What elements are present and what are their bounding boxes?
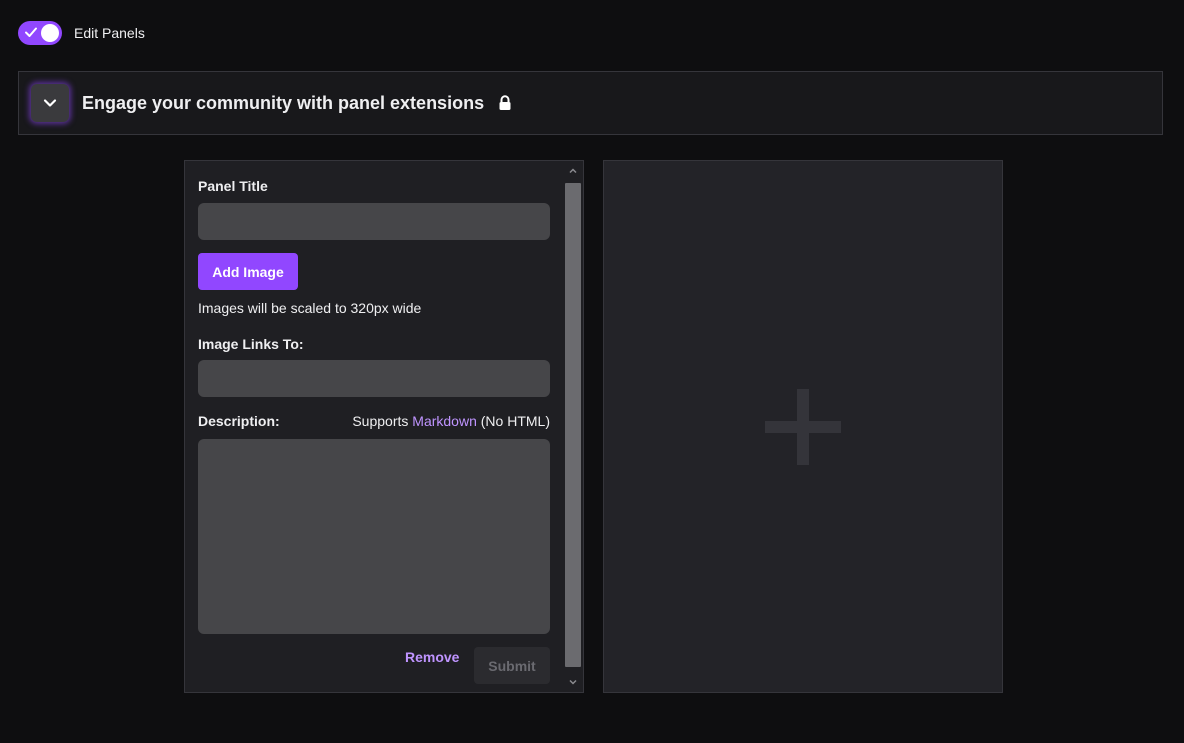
panel-title-label: Panel Title xyxy=(198,178,268,194)
supports-suffix: (No HTML) xyxy=(476,413,550,429)
lock-icon xyxy=(499,95,511,110)
remove-button[interactable]: Remove xyxy=(405,649,459,665)
edit-panels-row: Edit Panels xyxy=(18,21,145,45)
panel-title-input[interactable] xyxy=(198,203,550,240)
markdown-support-note: Supports Markdown (No HTML) xyxy=(352,413,550,429)
image-scale-hint: Images will be scaled to 320px wide xyxy=(198,300,422,316)
submit-button[interactable]: Submit xyxy=(474,647,550,684)
extensions-title: Engage your community with panel extensi… xyxy=(82,92,485,113)
add-panel-tile[interactable] xyxy=(603,160,1003,693)
description-textarea[interactable] xyxy=(198,439,550,634)
panel-extensions-bar: Engage your community with panel extensi… xyxy=(18,71,1163,135)
description-header: Description: Supports Markdown (No HTML) xyxy=(198,413,550,429)
image-link-label: Image Links To: xyxy=(198,336,304,352)
description-label: Description: xyxy=(198,413,280,429)
image-link-input[interactable] xyxy=(198,360,550,397)
scroll-down-arrow-icon[interactable] xyxy=(568,677,578,687)
plus-icon xyxy=(765,388,841,465)
add-image-button[interactable]: Add Image xyxy=(198,253,298,290)
markdown-link[interactable]: Markdown xyxy=(412,413,477,429)
scrollbar-thumb[interactable] xyxy=(565,183,581,667)
scroll-up-arrow-icon[interactable] xyxy=(568,166,578,176)
chevron-down-icon xyxy=(43,99,57,107)
supports-prefix: Supports xyxy=(352,413,413,429)
edit-panels-toggle[interactable] xyxy=(18,21,62,45)
panel-editor: Panel Title Add Image Images will be sca… xyxy=(184,160,584,693)
expand-extensions-button[interactable] xyxy=(31,84,69,122)
edit-panels-label: Edit Panels xyxy=(74,25,145,41)
editor-scrollbar[interactable] xyxy=(563,161,583,692)
channel-panels-page: Edit Panels Engage your community with p… xyxy=(0,0,1184,743)
toggle-knob xyxy=(41,24,59,42)
check-icon xyxy=(25,27,37,37)
